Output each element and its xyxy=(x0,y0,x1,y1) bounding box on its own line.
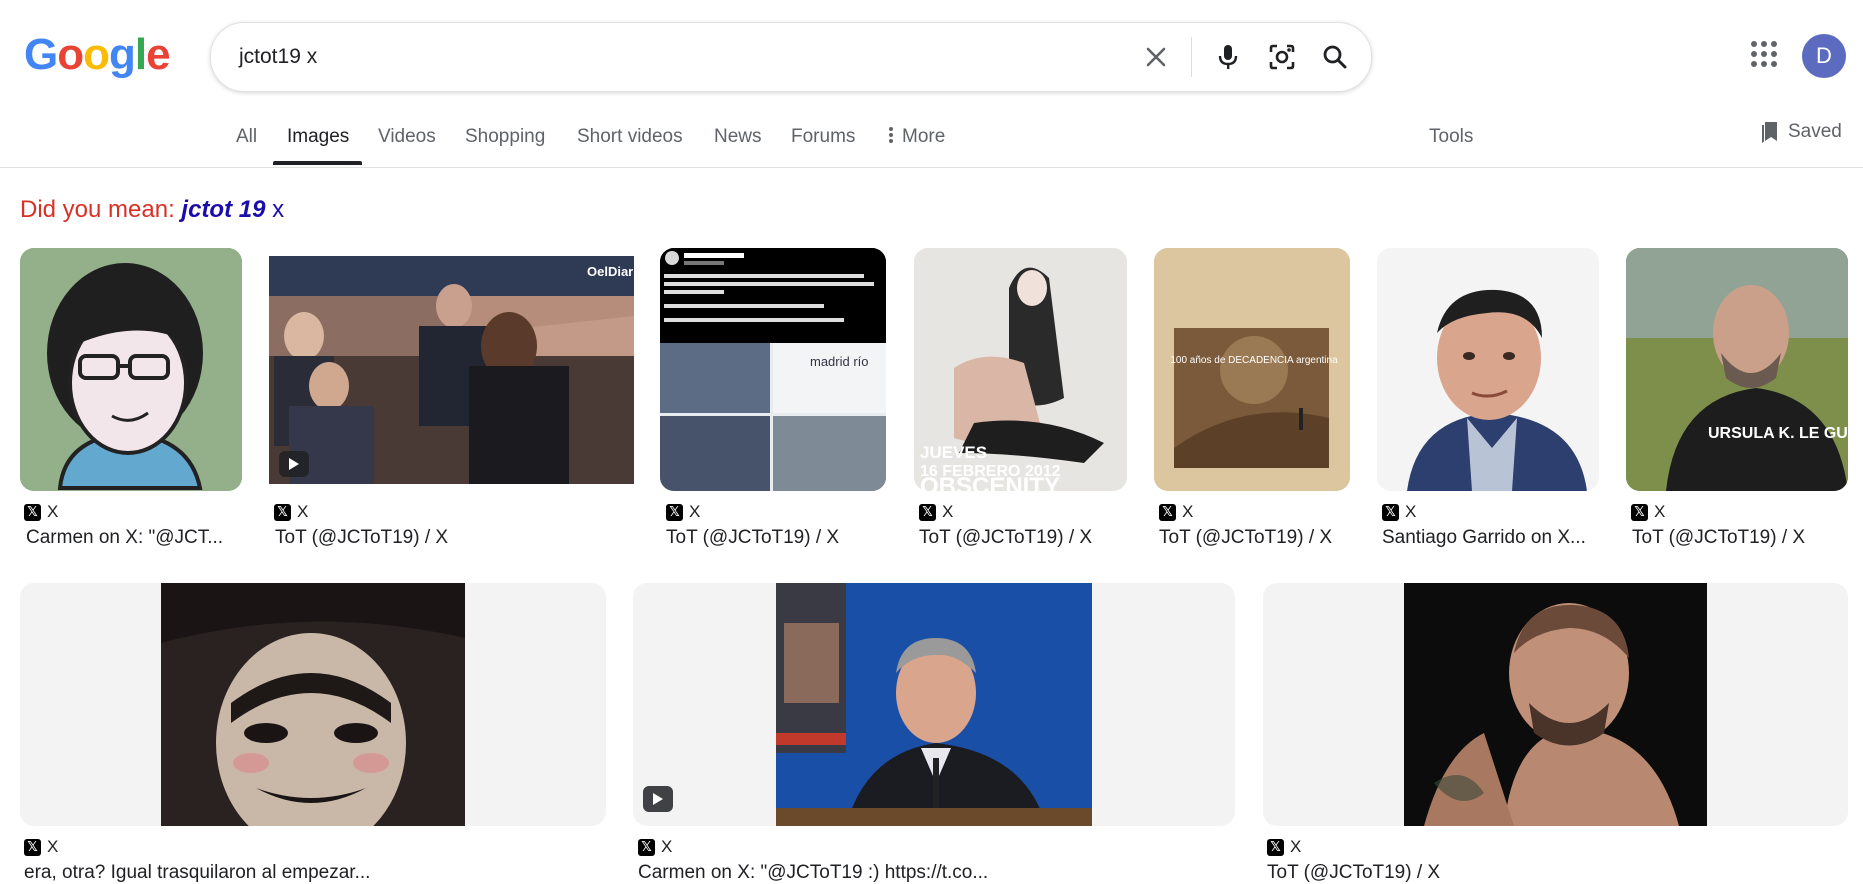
result-source: 𝕏X xyxy=(1382,502,1416,522)
result-title[interactable]: ToT (@JCToT19) / X xyxy=(1267,862,1827,884)
result-title[interactable]: ToT (@JCToT19) / X xyxy=(1632,527,1847,549)
result-source-name: X xyxy=(47,502,59,521)
result-source: 𝕏X xyxy=(638,837,672,857)
x-logo-icon: 𝕏 xyxy=(1382,503,1399,521)
image-text: madrid río xyxy=(810,354,869,369)
header: Google jctot19 x D All Images Videos Sho… xyxy=(0,0,1863,168)
result-title[interactable]: ToT (@JCToT19) / X xyxy=(275,527,630,549)
logo-letter: l xyxy=(134,30,147,79)
result-title[interactable]: era, otra? Igual trasquilaron al empezar… xyxy=(24,862,584,884)
search-divider xyxy=(1191,37,1192,77)
x-logo-icon: 𝕏 xyxy=(1159,503,1176,521)
video-play-icon xyxy=(279,451,309,477)
result-title[interactable]: ToT (@JCToT19) / X xyxy=(1159,527,1349,549)
search-box[interactable]: jctot19 x xyxy=(210,22,1372,92)
x-logo-icon: 𝕏 xyxy=(274,503,291,521)
tab-more-label: More xyxy=(902,126,946,147)
logo-letter: G xyxy=(24,30,58,79)
tab-images[interactable]: Images xyxy=(287,126,349,148)
result-source-name: X xyxy=(297,502,309,521)
result-thumbnail[interactable] xyxy=(20,248,242,491)
did-you-mean: Did you mean: jctot 19 x xyxy=(20,196,284,224)
result-source: 𝕏X xyxy=(274,502,308,522)
x-logo-icon: 𝕏 xyxy=(666,503,683,521)
tab-more[interactable]: More xyxy=(888,126,945,148)
x-logo-icon: 𝕏 xyxy=(1267,838,1284,856)
tab-all[interactable]: All xyxy=(236,126,257,148)
tab-short-videos[interactable]: Short videos xyxy=(577,126,683,148)
x-logo-icon: 𝕏 xyxy=(24,503,41,521)
poster-text: OBSCENITY xyxy=(920,473,1060,491)
result-title[interactable]: Carmen on X: "@JCT... xyxy=(26,527,236,549)
x-logo-icon: 𝕏 xyxy=(638,838,655,856)
result-source-name: X xyxy=(689,502,701,521)
result-title[interactable]: ToT (@JCToT19) / X xyxy=(919,527,1124,549)
result-thumbnail[interactable]: OelDiario xyxy=(269,256,634,484)
saved-button[interactable]: Saved xyxy=(1760,120,1842,144)
shirt-text: URSULA K. LE GUIN xyxy=(1708,425,1848,442)
account-avatar[interactable]: D xyxy=(1802,34,1846,78)
result-source: 𝕏X xyxy=(1631,502,1665,522)
clear-icon[interactable] xyxy=(1139,40,1173,74)
tab-videos[interactable]: Videos xyxy=(378,126,436,148)
poster-text: JUEVES xyxy=(920,443,987,462)
result-thumbnail[interactable]: 100 años de DECADENCIA argentina xyxy=(1154,248,1350,491)
result-source: 𝕏X xyxy=(24,502,58,522)
result-thumbnail[interactable]: URSULA K. LE GUIN xyxy=(1626,248,1848,491)
x-logo-icon: 𝕏 xyxy=(1631,503,1648,521)
video-play-icon xyxy=(643,786,673,812)
result-source-name: X xyxy=(1182,502,1194,521)
did-you-mean-prefix: Did you mean: xyxy=(20,196,175,223)
microphone-icon[interactable] xyxy=(1211,40,1245,74)
apps-grid-icon[interactable] xyxy=(1750,40,1778,68)
tools-button[interactable]: Tools xyxy=(1429,126,1473,148)
bookmarks-icon xyxy=(1762,122,1777,143)
logo-letter: e xyxy=(146,30,171,79)
result-source-name: X xyxy=(47,837,59,856)
result-source-name: X xyxy=(1290,837,1302,856)
result-source-name: X xyxy=(942,502,954,521)
spelling-suggestion-link[interactable]: jctot 19 xyxy=(181,196,265,223)
active-tab-indicator xyxy=(273,161,362,165)
google-logo[interactable]: Google xyxy=(24,30,171,80)
x-logo-icon: 𝕏 xyxy=(24,838,41,856)
logo-letter: o xyxy=(57,30,84,79)
logo-letter: o xyxy=(83,30,110,79)
camera-lens-icon[interactable] xyxy=(1265,40,1299,74)
result-source-name: X xyxy=(1405,502,1417,521)
result-source: 𝕏X xyxy=(919,502,953,522)
saved-label: Saved xyxy=(1788,121,1842,142)
logo-letter: g xyxy=(109,30,136,79)
tab-news[interactable]: News xyxy=(714,126,762,148)
result-title[interactable]: Carmen on X: "@JCToT19 :) https://t.co..… xyxy=(638,862,1218,884)
result-source: 𝕏X xyxy=(24,837,58,857)
result-thumbnail[interactable]: madrid río xyxy=(660,248,886,491)
spelling-suggestion-rest[interactable]: x xyxy=(272,196,284,223)
result-title[interactable]: ToT (@JCToT19) / X xyxy=(666,527,881,549)
result-thumbnail[interactable]: JUEVES 16 FEBRERO 2012 OBSCENITY xyxy=(914,248,1127,491)
search-input[interactable]: jctot19 x xyxy=(239,45,317,69)
result-title[interactable]: Santiago Garrido on X... xyxy=(1382,527,1597,549)
result-thumbnail[interactable] xyxy=(20,583,606,826)
result-thumbnail[interactable] xyxy=(1377,248,1599,491)
result-source: 𝕏X xyxy=(666,502,700,522)
search-tabs: All Images Videos Shopping Short videos … xyxy=(0,120,1863,168)
result-source: 𝕏X xyxy=(1267,837,1301,857)
tab-forums[interactable]: Forums xyxy=(791,126,855,148)
result-source: 𝕏X xyxy=(1159,502,1193,522)
result-thumbnail[interactable] xyxy=(633,583,1235,826)
result-source-name: X xyxy=(1654,502,1666,521)
search-icon[interactable] xyxy=(1318,40,1352,74)
x-logo-icon: 𝕏 xyxy=(919,503,936,521)
image-text: 100 años de DECADENCIA argentina xyxy=(1170,355,1338,366)
more-vert-icon xyxy=(889,127,893,143)
result-source-name: X xyxy=(661,837,673,856)
result-thumbnail[interactable] xyxy=(1263,583,1848,826)
tab-shopping[interactable]: Shopping xyxy=(465,126,545,148)
watermark-text: OelDiario xyxy=(587,264,634,279)
